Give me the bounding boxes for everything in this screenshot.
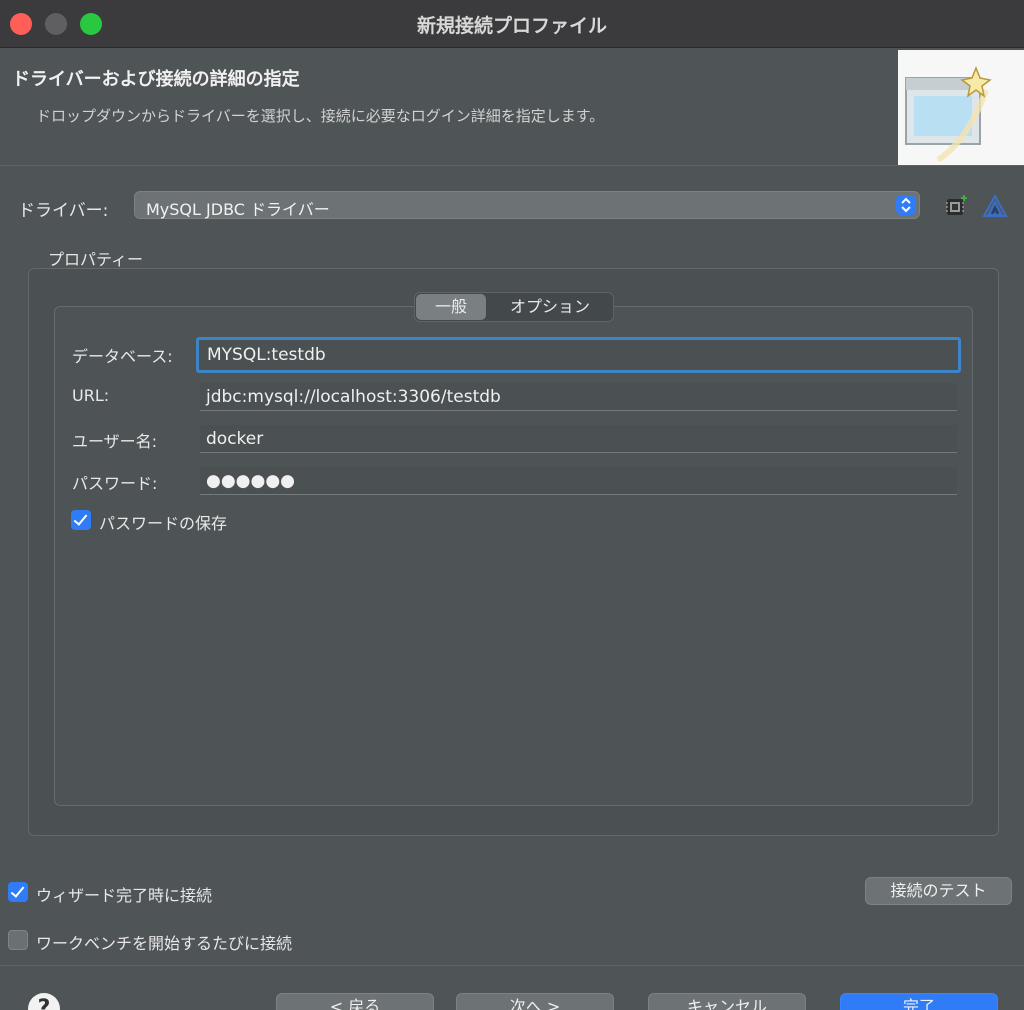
properties-tabs: 一般 オプション [414, 292, 614, 322]
next-button[interactable]: 次へ > [456, 993, 614, 1010]
password-label: パスワード: [72, 474, 158, 493]
driver-selected-value: MySQL JDBC ドライバー [146, 200, 330, 219]
properties-tab-panel [54, 306, 973, 806]
save-password-label: パスワードの保存 [99, 514, 228, 533]
page-title: ドライバーおよび接続の詳細の指定 [12, 69, 300, 90]
tab-general[interactable]: 一般 [416, 294, 486, 320]
chevron-updown-icon [896, 195, 916, 215]
page-description: ドロップダウンからドライバーを選択し、接続に必要なログイン詳細を指定します。 [36, 107, 605, 125]
driver-select[interactable]: MySQL JDBC ドライバー [134, 191, 920, 219]
test-connection-button[interactable]: 接続のテスト [865, 877, 1012, 905]
edit-driver-icon[interactable] [982, 193, 1008, 219]
tab-options[interactable]: オプション [489, 294, 611, 320]
url-label: URL: [72, 386, 110, 405]
help-icon[interactable]: ? [28, 993, 60, 1010]
back-button[interactable]: < 戻る [276, 993, 434, 1010]
footer-divider [0, 965, 1024, 966]
cancel-button[interactable]: キャンセル [648, 993, 806, 1010]
connect-on-startup-label: ワークベンチを開始するたびに接続 [36, 934, 293, 953]
connect-on-finish-checkbox[interactable] [8, 882, 28, 902]
connect-on-startup-checkbox[interactable] [8, 930, 28, 950]
url-field[interactable]: jdbc:mysql://localhost:3306/testdb [200, 383, 957, 411]
username-field[interactable]: docker [200, 425, 957, 453]
save-password-checkbox[interactable] [71, 510, 91, 530]
username-label: ユーザー名: [72, 432, 158, 451]
database-field[interactable]: MYSQL:testdb [196, 337, 961, 373]
database-label: データベース: [72, 347, 173, 366]
wizard-banner-icon [898, 50, 1024, 165]
finish-button[interactable]: 完了 [840, 993, 998, 1010]
window-title: 新規接続プロファイル [416, 15, 607, 37]
properties-label: プロパティー [48, 250, 144, 269]
wizard-header: ドライバーおよび接続の詳細の指定 ドロップダウンからドライバーを選択し、接続に必… [0, 49, 1024, 166]
connect-on-finish-label: ウィザード完了時に接続 [36, 886, 213, 905]
new-driver-icon[interactable] [944, 193, 970, 219]
window-titlebar: 新規接続プロファイル [0, 0, 1024, 48]
password-field[interactable]: ●●●●●● [200, 467, 957, 495]
driver-label: ドライバー: [18, 201, 109, 221]
